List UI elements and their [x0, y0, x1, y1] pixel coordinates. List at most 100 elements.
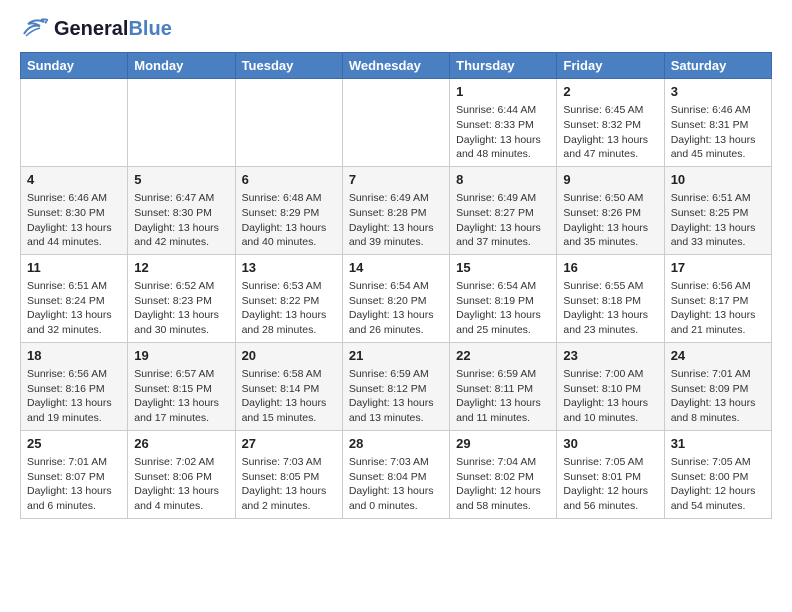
- calendar-cell: 15 Sunrise: 6:54 AMSunset: 8:19 PMDayligh…: [450, 254, 557, 342]
- day-number: 28: [349, 435, 443, 453]
- logo-icon: [20, 16, 50, 42]
- logo-blue: Blue: [128, 18, 171, 40]
- day-info: Sunrise: 7:05 AMSunset: 8:00 PMDaylight:…: [671, 455, 765, 514]
- day-number: 8: [456, 171, 550, 189]
- calendar-header-saturday: Saturday: [664, 53, 771, 79]
- calendar-cell: 2 Sunrise: 6:45 AMSunset: 8:32 PMDaylight…: [557, 79, 664, 167]
- day-info: Sunrise: 6:44 AMSunset: 8:33 PMDaylight:…: [456, 103, 550, 162]
- calendar-week-row: 1 Sunrise: 6:44 AMSunset: 8:33 PMDaylight…: [21, 79, 772, 167]
- day-info: Sunrise: 6:56 AMSunset: 8:17 PMDaylight:…: [671, 279, 765, 338]
- day-info: Sunrise: 7:04 AMSunset: 8:02 PMDaylight:…: [456, 455, 550, 514]
- day-info: Sunrise: 6:59 AMSunset: 8:11 PMDaylight:…: [456, 367, 550, 426]
- day-info: Sunrise: 6:58 AMSunset: 8:14 PMDaylight:…: [242, 367, 336, 426]
- day-info: Sunrise: 7:03 AMSunset: 8:04 PMDaylight:…: [349, 455, 443, 514]
- day-number: 23: [563, 347, 657, 365]
- calendar-cell: [235, 79, 342, 167]
- calendar-cell: 20 Sunrise: 6:58 AMSunset: 8:14 PMDayligh…: [235, 342, 342, 430]
- day-number: 4: [27, 171, 121, 189]
- day-info: Sunrise: 6:53 AMSunset: 8:22 PMDaylight:…: [242, 279, 336, 338]
- day-number: 25: [27, 435, 121, 453]
- calendar-cell: 22Sunrise: 6:59 AMSunset: 8:11 PMDayligh…: [450, 342, 557, 430]
- day-number: 24: [671, 347, 765, 365]
- day-number: 21: [349, 347, 443, 365]
- page-header: GeneralBlue: [20, 16, 772, 42]
- day-number: 10: [671, 171, 765, 189]
- day-info: Sunrise: 6:47 AMSunset: 8:30 PMDaylight:…: [134, 191, 228, 250]
- day-number: 16: [563, 259, 657, 277]
- day-info: Sunrise: 6:49 AMSunset: 8:28 PMDaylight:…: [349, 191, 443, 250]
- calendar-cell: 31 Sunrise: 7:05 AMSunset: 8:00 PMDayligh…: [664, 430, 771, 518]
- calendar-cell: [21, 79, 128, 167]
- day-number: 27: [242, 435, 336, 453]
- calendar-cell: 4 Sunrise: 6:46 AMSunset: 8:30 PMDaylight…: [21, 166, 128, 254]
- day-info: Sunrise: 7:01 AMSunset: 8:07 PMDaylight:…: [27, 455, 121, 514]
- day-number: 20: [242, 347, 336, 365]
- day-info: Sunrise: 6:52 AMSunset: 8:23 PMDaylight:…: [134, 279, 228, 338]
- calendar-header-friday: Friday: [557, 53, 664, 79]
- day-number: 5: [134, 171, 228, 189]
- calendar-cell: 3 Sunrise: 6:46 AMSunset: 8:31 PMDaylight…: [664, 79, 771, 167]
- calendar-header-row: SundayMondayTuesdayWednesdayThursdayFrid…: [21, 53, 772, 79]
- day-number: 2: [563, 83, 657, 101]
- day-number: 3: [671, 83, 765, 101]
- day-info: Sunrise: 6:57 AMSunset: 8:15 PMDaylight:…: [134, 367, 228, 426]
- day-info: Sunrise: 6:48 AMSunset: 8:29 PMDaylight:…: [242, 191, 336, 250]
- calendar-header-monday: Monday: [128, 53, 235, 79]
- calendar-table: SundayMondayTuesdayWednesdayThursdayFrid…: [20, 52, 772, 519]
- calendar-cell: 11 Sunrise: 6:51 AMSunset: 8:24 PMDayligh…: [21, 254, 128, 342]
- day-info: Sunrise: 6:49 AMSunset: 8:27 PMDaylight:…: [456, 191, 550, 250]
- calendar-header-thursday: Thursday: [450, 53, 557, 79]
- day-number: 14: [349, 259, 443, 277]
- day-info: Sunrise: 6:50 AMSunset: 8:26 PMDaylight:…: [563, 191, 657, 250]
- calendar-week-row: 18 Sunrise: 6:56 AMSunset: 8:16 PMDayligh…: [21, 342, 772, 430]
- day-number: 30: [563, 435, 657, 453]
- calendar-cell: 28 Sunrise: 7:03 AMSunset: 8:04 PMDayligh…: [342, 430, 449, 518]
- day-info: Sunrise: 6:46 AMSunset: 8:31 PMDaylight:…: [671, 103, 765, 162]
- day-info: Sunrise: 6:45 AMSunset: 8:32 PMDaylight:…: [563, 103, 657, 162]
- calendar-cell: 5 Sunrise: 6:47 AMSunset: 8:30 PMDaylight…: [128, 166, 235, 254]
- calendar-cell: 29Sunrise: 7:04 AMSunset: 8:02 PMDayligh…: [450, 430, 557, 518]
- day-number: 31: [671, 435, 765, 453]
- day-info: Sunrise: 6:54 AMSunset: 8:20 PMDaylight:…: [349, 279, 443, 338]
- calendar-cell: 21 Sunrise: 6:59 AMSunset: 8:12 PMDayligh…: [342, 342, 449, 430]
- calendar-cell: 7 Sunrise: 6:49 AMSunset: 8:28 PMDaylight…: [342, 166, 449, 254]
- calendar-cell: 13 Sunrise: 6:53 AMSunset: 8:22 PMDayligh…: [235, 254, 342, 342]
- calendar-cell: 6 Sunrise: 6:48 AMSunset: 8:29 PMDaylight…: [235, 166, 342, 254]
- calendar-cell: 14 Sunrise: 6:54 AMSunset: 8:20 PMDayligh…: [342, 254, 449, 342]
- day-info: Sunrise: 7:05 AMSunset: 8:01 PMDaylight:…: [563, 455, 657, 514]
- calendar-cell: 17 Sunrise: 6:56 AMSunset: 8:17 PMDayligh…: [664, 254, 771, 342]
- calendar-cell: 10 Sunrise: 6:51 AMSunset: 8:25 PMDayligh…: [664, 166, 771, 254]
- day-number: 7: [349, 171, 443, 189]
- day-number: 12: [134, 259, 228, 277]
- day-info: Sunrise: 6:59 AMSunset: 8:12 PMDaylight:…: [349, 367, 443, 426]
- day-info: Sunrise: 6:51 AMSunset: 8:25 PMDaylight:…: [671, 191, 765, 250]
- calendar-cell: 30 Sunrise: 7:05 AMSunset: 8:01 PMDayligh…: [557, 430, 664, 518]
- calendar-cell: [342, 79, 449, 167]
- day-number: 1: [456, 83, 550, 101]
- day-number: 6: [242, 171, 336, 189]
- day-info: Sunrise: 6:56 AMSunset: 8:16 PMDaylight:…: [27, 367, 121, 426]
- calendar-cell: 26Sunrise: 7:02 AMSunset: 8:06 PMDayligh…: [128, 430, 235, 518]
- calendar-cell: 8 Sunrise: 6:49 AMSunset: 8:27 PMDaylight…: [450, 166, 557, 254]
- day-number: 13: [242, 259, 336, 277]
- logo: GeneralBlue: [20, 16, 172, 42]
- day-number: 17: [671, 259, 765, 277]
- calendar-cell: 16Sunrise: 6:55 AMSunset: 8:18 PMDayligh…: [557, 254, 664, 342]
- calendar-cell: 25 Sunrise: 7:01 AMSunset: 8:07 PMDayligh…: [21, 430, 128, 518]
- calendar-cell: 24 Sunrise: 7:01 AMSunset: 8:09 PMDayligh…: [664, 342, 771, 430]
- calendar-week-row: 25 Sunrise: 7:01 AMSunset: 8:07 PMDayligh…: [21, 430, 772, 518]
- day-number: 11: [27, 259, 121, 277]
- calendar-cell: 18 Sunrise: 6:56 AMSunset: 8:16 PMDayligh…: [21, 342, 128, 430]
- day-number: 15: [456, 259, 550, 277]
- calendar-cell: 9Sunrise: 6:50 AMSunset: 8:26 PMDaylight…: [557, 166, 664, 254]
- day-number: 18: [27, 347, 121, 365]
- day-number: 19: [134, 347, 228, 365]
- day-info: Sunrise: 7:01 AMSunset: 8:09 PMDaylight:…: [671, 367, 765, 426]
- calendar-cell: [128, 79, 235, 167]
- day-info: Sunrise: 6:54 AMSunset: 8:19 PMDaylight:…: [456, 279, 550, 338]
- calendar-header-sunday: Sunday: [21, 53, 128, 79]
- calendar-header-tuesday: Tuesday: [235, 53, 342, 79]
- day-info: Sunrise: 6:51 AMSunset: 8:24 PMDaylight:…: [27, 279, 121, 338]
- calendar-cell: 19 Sunrise: 6:57 AMSunset: 8:15 PMDayligh…: [128, 342, 235, 430]
- day-info: Sunrise: 6:46 AMSunset: 8:30 PMDaylight:…: [27, 191, 121, 250]
